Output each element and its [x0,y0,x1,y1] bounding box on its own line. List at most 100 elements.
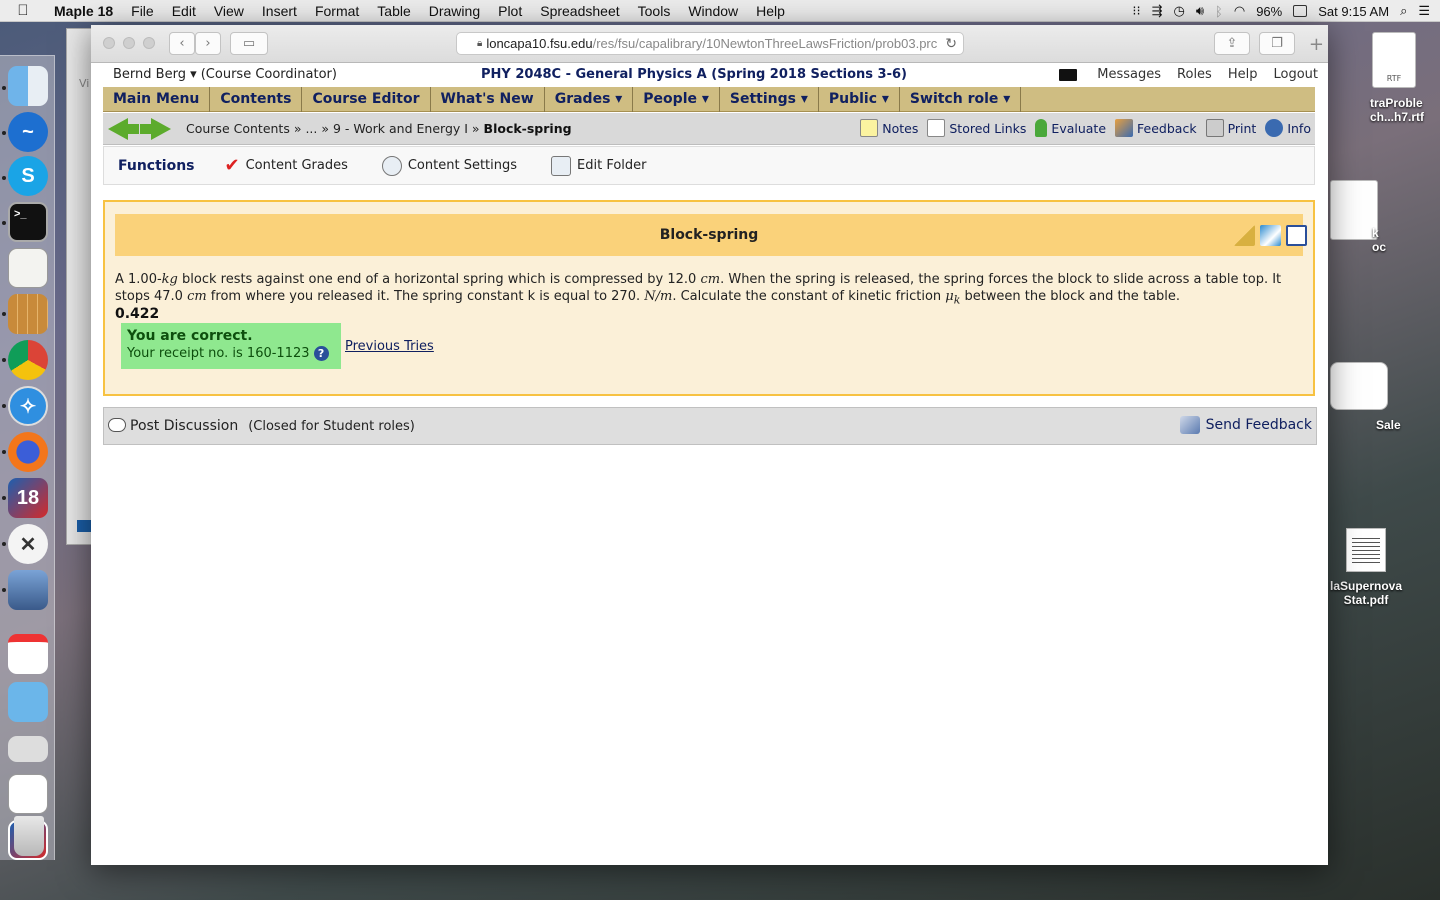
help-link[interactable]: Help [1228,67,1258,82]
breadcrumb-course-contents[interactable]: Course Contents » [186,121,301,136]
safari-icon[interactable]: ✧ [8,386,48,426]
roles-link[interactable]: Roles [1177,67,1212,82]
bluetooth-icon[interactable]: ᛒ [1215,4,1223,19]
menu-spreadsheet[interactable]: Spreadsheet [531,3,628,19]
calendar-icon[interactable] [8,634,48,674]
rtf-file-icon[interactable]: RTF [1372,32,1416,88]
menu-window[interactable]: Window [679,3,747,19]
trash-icon[interactable] [14,816,44,856]
address-bar[interactable]: 🔒︎ loncapa10.fsu.edu /res/fsu/capalibrar… [456,32,964,55]
keyboard-viewer-icon[interactable] [8,736,48,762]
edit-folder-link[interactable]: Edit Folder [551,155,647,176]
menu-grades[interactable]: Grades ▾ [545,87,634,112]
apple-icon[interactable]:  [0,2,46,19]
menu-view[interactable]: View [205,3,253,19]
sidebar-toggle-icon[interactable]: ▭ [230,32,268,55]
menu-course-editor[interactable]: Course Editor [302,87,431,112]
forward-button[interactable]: › [195,32,221,55]
menu-public[interactable]: Public ▾ [819,87,900,112]
menu-switch-role[interactable]: Switch role ▾ [900,87,1022,112]
edit-metadata-icon[interactable] [1260,225,1281,246]
menu-tools[interactable]: Tools [629,3,680,19]
chrome-icon[interactable] [8,340,48,380]
stored-links-label: Stored Links [949,120,1027,136]
x11-icon[interactable]: ✕ [8,524,48,564]
evaluate-tool[interactable]: Evaluate [1035,119,1106,137]
ruler-triangle-icon[interactable] [1234,225,1255,246]
menu-insert[interactable]: Insert [253,3,306,19]
calculator-icon[interactable] [8,294,48,334]
desktop-doc-icon-2[interactable] [1330,180,1378,240]
user-role-menu[interactable]: Bernd Berg ▾ (Course Coordinator) [113,67,337,82]
menu-whats-new[interactable]: What's New [431,87,545,112]
desktop-doc-icon-3[interactable] [1330,362,1388,410]
textedit-icon[interactable] [8,248,48,288]
clock[interactable]: Sat 9:15 AM [1318,4,1389,19]
previous-tries-link[interactable]: Previous Tries [345,339,434,354]
airdisplay-icon[interactable]: ⇶ [1152,3,1163,19]
finder-icon[interactable] [8,66,48,106]
menu-people[interactable]: People ▾ [633,87,720,112]
menu-table[interactable]: Table [368,3,419,19]
post-discussion-link[interactable]: Post Discussion [130,418,238,434]
messages-link[interactable]: Messages [1097,67,1161,82]
menu-app-name[interactable]: Maple 18 [46,3,122,19]
menu-settings[interactable]: Settings ▾ [720,87,819,112]
send-feedback-link[interactable]: Send Feedback [1179,416,1312,434]
next-arrow-icon[interactable] [140,118,171,140]
firefox-icon[interactable] [8,432,48,472]
notification-center-icon[interactable]: ☰ [1418,3,1430,19]
menu-file[interactable]: File [122,3,163,19]
previous-arrow-icon[interactable] [108,118,139,140]
time-machine-icon[interactable]: ◷ [1174,3,1185,19]
menu-plot[interactable]: Plot [489,3,531,19]
maple-18-icon[interactable]: 18 [8,478,48,518]
menu-help[interactable]: Help [747,3,794,19]
monitor-icon[interactable] [1059,68,1078,81]
volume-icon[interactable]: 🔊︎ [1196,3,1204,19]
feedback-tool[interactable]: Feedback [1115,119,1197,137]
battery-icon[interactable] [1293,5,1308,17]
desktop-file-rtf-label[interactable]: traProble ch...h7.rtf [1370,96,1440,124]
dock-running-dot [2,86,6,90]
tabs-overview-icon[interactable]: ❐ [1259,32,1295,55]
desktop-file-3-label[interactable]: Sale [1376,418,1416,432]
preview-icon[interactable] [8,570,48,610]
bluetooth-dots-icon[interactable]: ⁝⁝ [1132,3,1140,19]
menu-main-menu[interactable]: Main Menu [103,87,211,112]
menu-edit[interactable]: Edit [163,3,205,19]
document-window-icon[interactable] [8,774,48,814]
logout-link[interactable]: Logout [1273,67,1318,82]
content-grades-link[interactable]: ✔ Content Grades [225,155,348,176]
breadcrumb-ellipsis[interactable]: ... » [305,121,329,136]
desktop-file-2-label[interactable]: k oc [1372,226,1432,254]
info-tool[interactable]: Info [1265,119,1311,137]
content-settings-link[interactable]: Content Settings [381,155,517,176]
print-tool[interactable]: Print [1205,119,1256,137]
close-window-button[interactable] [103,37,115,49]
reload-icon[interactable]: ↻ [945,35,957,52]
new-tab-icon[interactable]: + [1309,34,1324,55]
zoom-window-button[interactable] [143,37,155,49]
menu-format[interactable]: Format [306,3,368,19]
back-button[interactable]: ‹ [169,32,195,55]
help-question-icon[interactable]: ? [313,346,329,361]
rtf-file-name-line1: traProble [1370,96,1423,110]
menu-drawing[interactable]: Drawing [420,3,489,19]
terminal-icon[interactable]: >_ [8,202,48,242]
notes-tool[interactable]: Notes [860,119,918,137]
html-editor-icon[interactable] [1286,225,1307,246]
desktop-file-pdf-label[interactable]: laSupernova Stat.pdf [1326,579,1406,607]
breadcrumb-work-energy[interactable]: 9 - Work and Energy I » [333,121,480,136]
pdf-file-icon[interactable] [1346,528,1386,572]
stored-links-tool[interactable]: Stored Links [927,119,1026,137]
thunderbird-icon[interactable]: ~ [8,112,48,152]
menu-contents[interactable]: Contents [210,87,303,112]
share-icon[interactable]: ⇪ [1214,32,1250,55]
wifi-icon[interactable]: ◠ [1234,3,1245,19]
breadcrumb-current: Block-spring [483,121,572,136]
skype-icon[interactable]: S [8,156,48,196]
battery-percent[interactable]: 96% [1256,4,1282,19]
minimize-window-button[interactable] [123,37,135,49]
spotlight-search-icon[interactable]: ⌕ [1400,3,1407,19]
